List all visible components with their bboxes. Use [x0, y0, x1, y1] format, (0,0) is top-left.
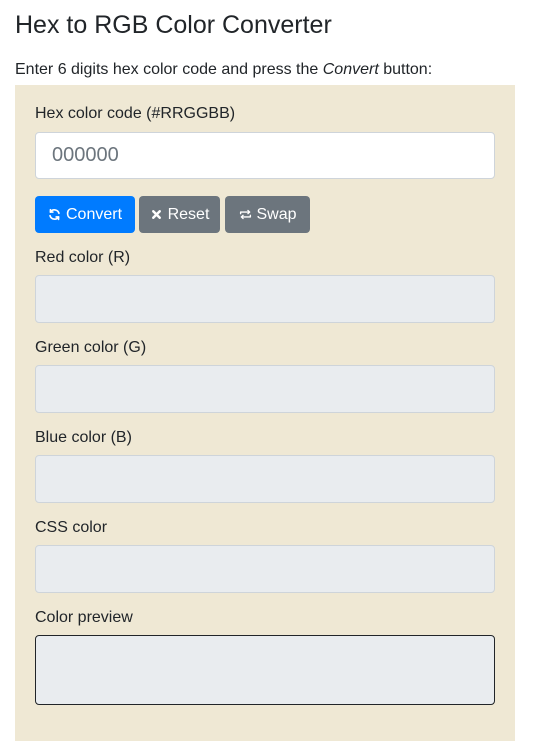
intro-text-after: button: — [378, 61, 433, 78]
red-color-field[interactable] — [35, 275, 495, 323]
close-icon — [150, 208, 164, 222]
css-color-label: CSS color — [35, 519, 108, 536]
reset-button[interactable]: Reset — [139, 196, 220, 233]
intro-text-emphasis: Convert — [322, 61, 379, 78]
swap-button[interactable]: Swap — [225, 196, 310, 233]
page-title: Hex to RGB Color Converter — [15, 11, 332, 39]
intro-text: Enter 6 digits hex color code and press … — [15, 60, 432, 80]
red-color-label: Red color (R) — [35, 249, 131, 266]
reset-button-label: Reset — [167, 205, 210, 223]
swap-icon — [238, 208, 252, 222]
blue-color-label: Blue color (B) — [35, 429, 132, 446]
blue-color-field[interactable] — [35, 455, 495, 503]
hex-code-input[interactable] — [35, 132, 495, 179]
refresh-icon — [48, 208, 62, 222]
convert-button[interactable]: Convert — [35, 196, 135, 233]
color-preview-box — [35, 635, 495, 705]
hex-code-label: Hex color code (#RRGGBB) — [35, 105, 236, 122]
green-color-label: Green color (G) — [35, 339, 147, 356]
intro-text-before: Enter 6 digits hex color code and press … — [15, 61, 323, 78]
converter-panel: Hex color code (#RRGGBB) Convert Reset — [15, 85, 515, 741]
convert-button-label: Convert — [65, 205, 123, 223]
css-color-field[interactable] — [35, 545, 495, 593]
color-preview-label: Color preview — [35, 609, 133, 626]
swap-button-label: Swap — [256, 205, 297, 223]
green-color-field[interactable] — [35, 365, 495, 413]
